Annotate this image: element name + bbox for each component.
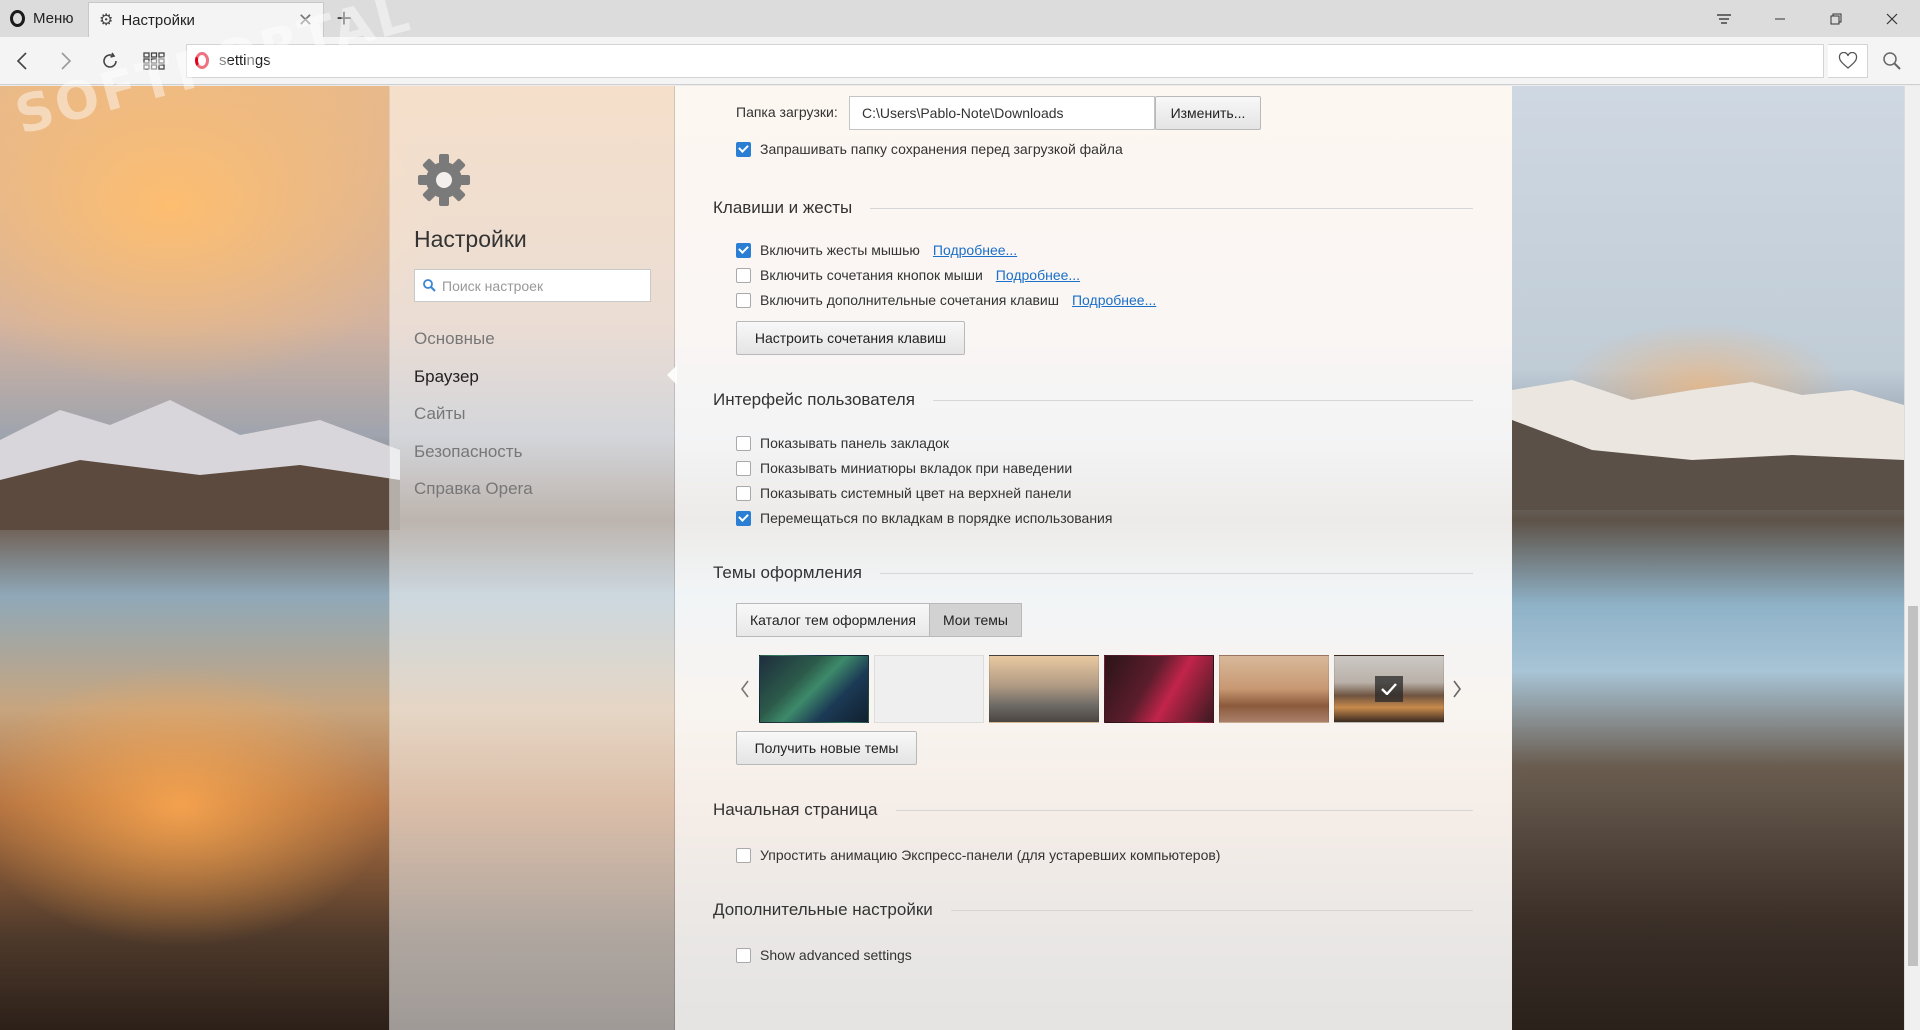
chevron-left-icon[interactable] [736,669,754,709]
divider [870,207,1473,209]
rocker-gestures-more-link[interactable]: Подробнее... [996,267,1080,283]
divider [880,572,1473,574]
divider [895,809,1473,811]
simplify-animation-label: Упростить анимацию Экспресс-панели (для … [760,847,1221,863]
tab-cycling-option[interactable]: Перемещаться по вкладкам в порядке испол… [736,510,1112,526]
section-themes: Темы оформления [713,563,1473,583]
close-window-button[interactable] [1864,0,1920,37]
opera-logo-icon [10,10,25,27]
tab-menu-icon[interactable] [1696,0,1752,37]
mountain-right [1512,380,1904,510]
settings-nav: Основные Браузер Сайты Безопасность Спра… [414,320,533,508]
section-ui-heading: Интерфейс пользователя [713,390,915,409]
mouse-gestures-option[interactable]: Включить жесты мышью Подробнее... [736,242,1017,258]
download-folder-label: Папка загрузки: [736,104,838,120]
url-field[interactable]: settings [186,43,1824,78]
search-icon[interactable] [1874,43,1910,79]
show-advanced-label: Show advanced settings [760,947,912,963]
theme-thumbnail-cliffs[interactable] [989,655,1099,723]
page-scrollbar[interactable] [1904,86,1920,1030]
section-startpage-heading: Начальная страница [713,800,878,819]
change-folder-button[interactable]: Изменить... [1155,96,1261,130]
back-button[interactable] [0,39,44,83]
settings-search-box[interactable] [414,269,651,302]
advanced-keys-checkbox[interactable] [736,292,751,308]
system-color-label: Показывать системный цвет на верхней пан… [760,485,1072,501]
mountain-left [0,400,400,530]
opera-menu-button[interactable]: Меню [0,0,88,37]
wallpaper-right [1512,86,1904,1030]
theme-thumbnails [736,655,1461,725]
tab-cycling-label: Перемещаться по вкладкам в порядке испол… [760,510,1113,526]
window-controls [1696,0,1920,37]
section-advanced: Дополнительные настройки [713,900,1473,920]
settings-gear-icon [418,154,470,206]
section-shortcuts-heading: Клавиши и жесты [713,198,853,217]
theme-thumbnail-abstract[interactable] [1104,655,1214,723]
menu-label: Меню [33,10,74,27]
section-user-interface: Интерфейс пользователя [713,390,1473,410]
mouse-gestures-more-link[interactable]: Подробнее... [933,242,1017,258]
mouse-gestures-label: Включить жесты мышью [760,242,920,258]
rocker-gestures-option[interactable]: Включить сочетания кнопок мыши Подробнее… [736,267,1080,283]
system-color-checkbox[interactable] [736,485,751,501]
rocker-gestures-checkbox[interactable] [736,267,751,283]
show-advanced-checkbox[interactable] [736,947,751,963]
my-themes-button[interactable]: Мои темы [929,603,1022,637]
chevron-right-icon[interactable] [1448,669,1466,709]
sidebar-item-security[interactable]: Безопасность [414,433,533,471]
theme-thumbnail-plain[interactable] [874,655,984,723]
mouse-gestures-checkbox[interactable] [736,242,751,258]
restore-button[interactable] [1808,0,1864,37]
ask-download-location-label: Запрашивать папку сохранения перед загру… [760,141,1123,157]
advanced-keys-option[interactable]: Включить дополнительные сочетания клавиш… [736,292,1156,308]
ask-download-location-option[interactable]: Запрашивать папку сохранения перед загру… [736,141,1123,157]
tab-thumbnails-checkbox[interactable] [736,460,751,476]
simplify-animation-checkbox[interactable] [736,847,751,863]
settings-search-input[interactable] [442,277,642,294]
system-color-option[interactable]: Показывать системный цвет на верхней пан… [736,485,1071,501]
sidebar-item-help[interactable]: Справка Opera [414,470,533,508]
theme-thumbnail-feathers[interactable] [759,655,869,723]
tab-thumbnails-option[interactable]: Показывать миниатюры вкладок при наведен… [736,460,1072,476]
section-start-page: Начальная страница [713,800,1473,820]
tab-thumbnails-label: Показывать миниатюры вкладок при наведен… [760,460,1073,476]
settings-content: Папка загрузки: C:\Users\Pablo-Note\Down… [675,86,1512,1030]
page-title: Настройки [414,226,527,252]
theme-thumbnail-pyramids[interactable] [1219,655,1329,723]
bookmarks-bar-option[interactable]: Показывать панель закладок [736,435,949,451]
sidebar-item-basic[interactable]: Основные [414,320,533,358]
rocker-gestures-label: Включить сочетания кнопок мыши [760,267,983,283]
scrollbar-thumb[interactable] [1908,606,1918,966]
theme-thumbnail-lake-selected[interactable] [1334,655,1444,723]
divider [950,909,1473,911]
minimize-button[interactable] [1752,0,1808,37]
simplify-animation-option[interactable]: Упростить анимацию Экспресс-панели (для … [736,847,1220,863]
selected-check-icon [1375,676,1403,702]
section-advanced-heading: Дополнительные настройки [713,900,933,919]
bookmarks-bar-checkbox[interactable] [736,435,751,451]
sidebar-item-sites[interactable]: Сайты [414,395,533,433]
gear-icon: ⚙ [99,12,114,29]
bookmark-heart-button[interactable] [1828,43,1868,78]
bookmarks-bar-label: Показывать панель закладок [760,435,950,451]
advanced-keys-label: Включить дополнительные сочетания клавиш [760,292,1059,308]
settings-sidebar: Настройки Основные Браузер Сайты Безопас… [389,86,677,1030]
advanced-keys-more-link[interactable]: Подробнее... [1072,292,1156,308]
sidebar-item-browser[interactable]: Браузер [414,358,533,396]
get-new-themes-button[interactable]: Получить новые темы [736,731,917,765]
search-icon [423,279,436,292]
download-folder-path: C:\Users\Pablo-Note\Downloads [849,96,1155,130]
configure-shortcuts-button[interactable]: Настроить сочетания клавиш [736,321,965,355]
tab-cycling-checkbox[interactable] [736,510,751,526]
themes-tabs: Каталог тем оформления Мои темы [736,603,1022,637]
themes-catalog-button[interactable]: Каталог тем оформления [736,603,930,637]
divider [932,399,1473,401]
ask-download-location-checkbox[interactable] [736,141,751,157]
section-shortcuts: Клавиши и жесты [713,198,1473,218]
show-advanced-option[interactable]: Show advanced settings [736,947,912,963]
section-themes-heading: Темы оформления [713,563,863,582]
